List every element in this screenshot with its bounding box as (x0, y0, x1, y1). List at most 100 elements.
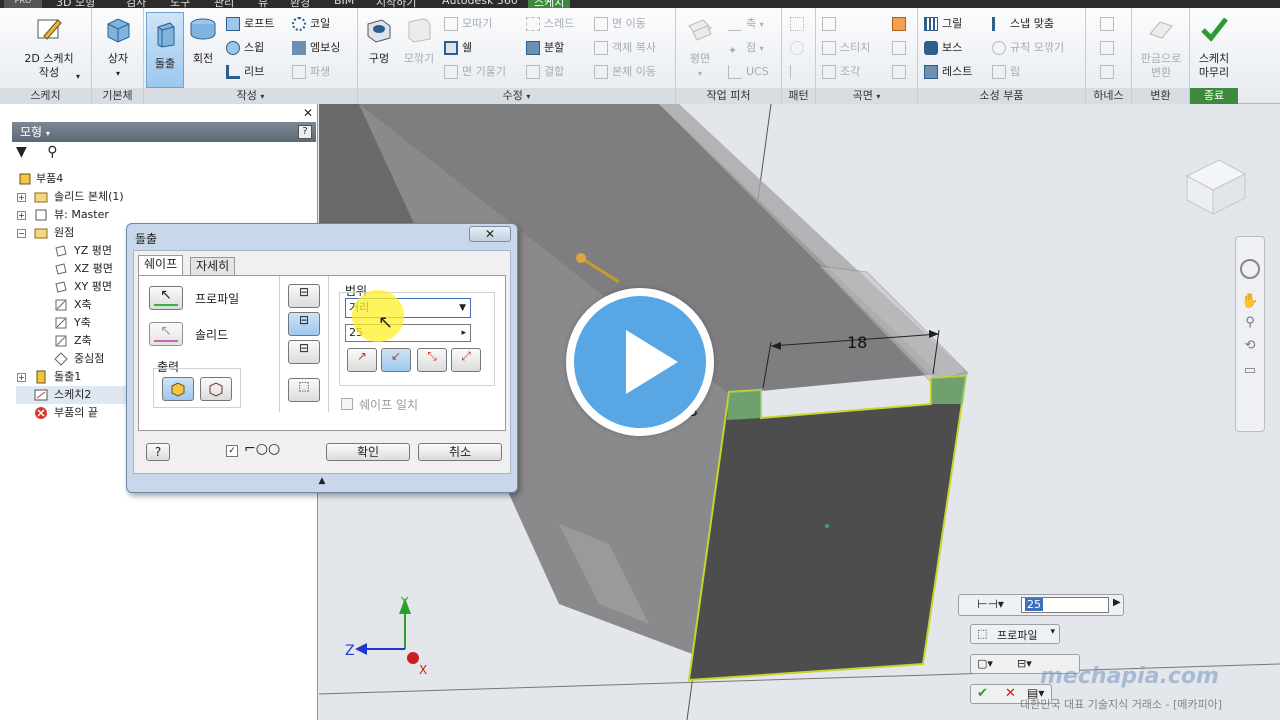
expand-icon[interactable]: + (17, 193, 26, 202)
cancel-button[interactable]: 취소 (418, 443, 502, 461)
trim-button[interactable] (892, 14, 910, 34)
box-button[interactable]: 상자 ▾ (98, 14, 138, 81)
fillet-button[interactable]: 모깎기 (398, 14, 440, 66)
snap-fit-button[interactable]: 스냅 맞춤 (992, 14, 1054, 34)
tab-get-started[interactable]: 시작하기 (376, 0, 416, 8)
tree-node-view[interactable]: + 뷰: Master (16, 206, 316, 224)
output-cube-icon[interactable]: ▢▾ (977, 657, 993, 670)
orbit-icon[interactable]: ⟲ (1236, 338, 1264, 353)
thread-button[interactable]: 스레드 (526, 14, 574, 34)
tab-manage[interactable]: 관리 (214, 0, 234, 8)
expand-icon[interactable]: + (17, 211, 26, 220)
point-button[interactable]: ✦ 점 ▾ (728, 38, 764, 58)
ok-button[interactable]: 확인 (326, 443, 410, 461)
dimension-18-text[interactable]: 18 (847, 333, 867, 352)
stitch-button[interactable]: 스티치 (822, 38, 870, 58)
plane-button[interactable]: 평면 ▾ (680, 14, 720, 81)
ucs-button[interactable]: UCS (728, 62, 769, 82)
pan-hand-icon[interactable]: ✋ (1236, 293, 1264, 309)
look-at-icon[interactable]: ▭ (1236, 363, 1264, 378)
lip-button[interactable]: 립 (992, 62, 1020, 82)
harness-btn-3[interactable] (1100, 62, 1118, 82)
emboss-button[interactable]: 엠보싱 (292, 38, 340, 58)
new-solid-button[interactable]: ⬚ (288, 378, 320, 402)
chevron-right-icon[interactable]: ▶ (1113, 597, 1121, 608)
extend-button[interactable] (892, 38, 910, 58)
close-icon[interactable]: ✕ (303, 106, 313, 120)
profile-select-button[interactable]: ↖ (149, 286, 183, 310)
distance-type-icon[interactable]: ⊢⊣▾ (977, 597, 1004, 611)
find-binoculars-icon[interactable]: ⚲ (47, 144, 57, 160)
derive-button[interactable]: 파생 (292, 62, 330, 82)
rib-button[interactable]: 리브 (226, 62, 264, 82)
tab-tools[interactable]: 도구 (170, 0, 190, 8)
create-2d-sketch-button[interactable]: 2D 스케치 작성 ▾ (14, 14, 84, 81)
chamfer-button[interactable]: 모따기 (444, 14, 492, 34)
tree-node-solid-bodies[interactable]: + 솔리드 본체(1) (16, 188, 316, 206)
asymmetric-button[interactable]: ⤢ (451, 348, 481, 372)
mini-distance-input[interactable]: 25 (1021, 597, 1109, 613)
video-play-button[interactable] (566, 288, 714, 436)
steering-wheel-icon[interactable] (1240, 259, 1260, 279)
chevron-down-icon[interactable]: ▾ (876, 92, 880, 101)
axis-button[interactable]: 축 ▾ (728, 14, 764, 34)
cut-button[interactable]: ⊟ (288, 312, 320, 336)
operation-icon[interactable]: ⊟▾ (1017, 657, 1032, 670)
tab-inspect[interactable]: 검사 (126, 0, 146, 8)
loft-button[interactable]: 로프트 (226, 14, 274, 34)
tab-environments[interactable]: 환경 (290, 0, 310, 8)
direction-1-button[interactable]: ↗ (347, 348, 377, 372)
sculpt-button[interactable]: 조각 (822, 62, 860, 82)
intersect-button[interactable]: ⊟ (288, 340, 320, 364)
collapse-icon[interactable]: − (17, 229, 26, 238)
direction-2-button[interactable]: ↙ (381, 348, 411, 372)
match-shape-checkbox[interactable] (341, 398, 353, 410)
browser-header[interactable]: 모형 ▾ ? (12, 122, 316, 142)
revolve-button[interactable]: 회전 (186, 14, 220, 66)
rule-fillet-button[interactable]: 규칙 모깎기 (992, 38, 1064, 58)
help-icon[interactable]: ? (298, 125, 312, 139)
zoom-icon[interactable]: ⚲ (1236, 315, 1264, 330)
join-button[interactable]: ⊟ (288, 284, 320, 308)
boss-button[interactable]: 보스 (924, 38, 962, 58)
combine-button[interactable]: 결합 (526, 62, 564, 82)
split-button[interactable]: 분할 (526, 38, 564, 58)
sweep-button[interactable]: 스윕 (226, 38, 264, 58)
chevron-down-icon[interactable]: ▾ (526, 92, 530, 101)
output-solid-button[interactable] (162, 377, 194, 401)
tab-3d-model[interactable]: 3D 모형 (56, 0, 95, 8)
mirror-button[interactable] (790, 62, 808, 82)
tree-node-part[interactable]: 부품4 (16, 170, 316, 188)
grill-button[interactable]: 그릴 (924, 14, 962, 34)
copy-object-button[interactable]: 객체 복사 (594, 38, 656, 58)
tab-sketch[interactable]: 스케치 (528, 0, 571, 8)
output-surface-button[interactable] (200, 377, 232, 401)
filter-icon[interactable]: ▼ (16, 144, 27, 160)
symmetric-button[interactable]: ⤡ (417, 348, 447, 372)
dialog-close-button[interactable]: ✕ (469, 226, 511, 242)
finish-sketch-button[interactable]: 스케치 마무리 (1192, 14, 1236, 80)
convert-sheet-metal-button[interactable]: 판금으로 변환 (1134, 14, 1188, 80)
dialog-collapse-handle[interactable]: ▲ (133, 474, 511, 488)
tab-bim[interactable]: BIM (334, 0, 354, 8)
chevron-down-icon[interactable]: ▾ (260, 92, 264, 101)
move-bodies-button[interactable]: 본체 이동 (594, 62, 656, 82)
circ-pattern-button[interactable] (790, 38, 808, 58)
mini-toolbar-profile[interactable]: ⬚ 프로파일 ▾ (970, 624, 1060, 644)
harness-btn-2[interactable] (1100, 38, 1118, 58)
tab-autodesk-360[interactable]: Autodesk 360 (442, 0, 518, 8)
delete-face-button[interactable] (892, 62, 910, 82)
hole-button[interactable]: 구멍 (362, 14, 396, 66)
extrude-button[interactable]: 돌출 (146, 12, 184, 88)
solid-select-button[interactable]: ↖ (149, 322, 183, 346)
rest-button[interactable]: 레스트 (924, 62, 972, 82)
help-button[interactable]: ? (146, 443, 170, 461)
preview-checkbox[interactable]: ✓ (226, 445, 238, 457)
patch-button[interactable] (822, 14, 840, 34)
coil-button[interactable]: 코일 (292, 14, 330, 34)
ok-check-icon[interactable]: ✔ (977, 686, 988, 701)
tab-more[interactable]: 자세히 (190, 257, 236, 275)
harness-btn-1[interactable] (1100, 14, 1118, 34)
rect-pattern-button[interactable] (790, 14, 808, 34)
tab-view[interactable]: 뷰 (258, 0, 268, 8)
